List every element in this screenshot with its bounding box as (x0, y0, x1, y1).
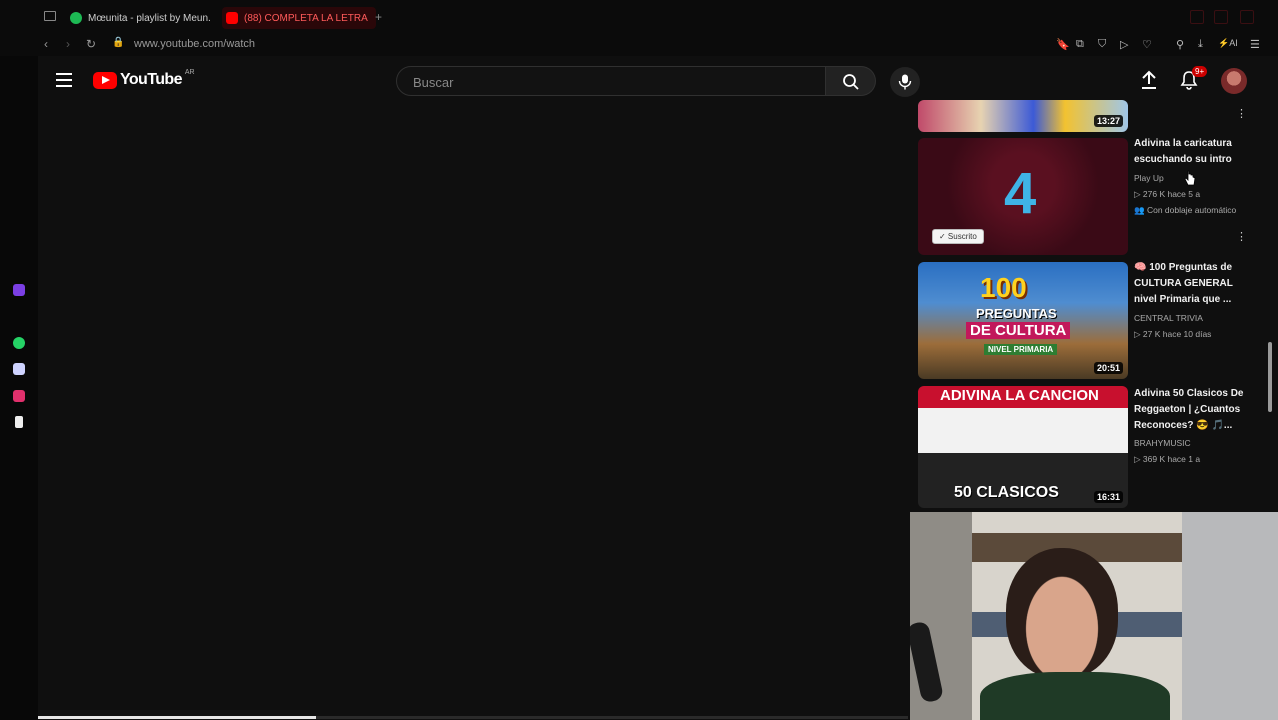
voice-search-button[interactable] (890, 67, 920, 97)
video-duration: 20:51 (1093, 362, 1123, 374)
streamer-body (980, 672, 1170, 720)
channel-name[interactable]: CENTRAL TRIVIA (1134, 313, 1203, 323)
menu-icon[interactable]: ☰ (1250, 38, 1260, 51)
back-icon[interactable]: ‹ (44, 37, 48, 51)
new-tab-button[interactable]: + (375, 10, 382, 24)
channel-name[interactable]: Play Up (1134, 173, 1164, 183)
more-options-icon[interactable]: ⋮ (1236, 109, 1247, 120)
download-icon[interactable]: ⤓ (1198, 38, 1203, 51)
discord-icon[interactable] (13, 363, 25, 375)
auto-dub-text: Con doblaje automático (1146, 205, 1237, 215)
notification-badge: 9+ (1192, 66, 1208, 77)
microphone-icon (898, 74, 912, 90)
auto-dub-label: 👥 Con doblaje automático (1134, 205, 1236, 216)
heart-icon[interactable]: ♡ (1142, 38, 1152, 51)
avatar[interactable] (1221, 68, 1247, 94)
lock-icon: 🔒 (112, 37, 125, 48)
thumbnail-title-cultura: DE CULTURA (966, 322, 1071, 339)
video-duration: 13:27 (1093, 115, 1123, 127)
snapshot-icon[interactable]: ⧉ (1076, 38, 1084, 51)
maximize-icon[interactable] (1214, 10, 1228, 24)
video-duration: 16:31 (1093, 491, 1123, 503)
video-meta: ▷ 369 K hace 1 a (1134, 454, 1201, 464)
thumbnail-title-nivel: NIVEL PRIMARIA (984, 344, 1058, 355)
url-field[interactable]: www.youtube.com/watch (134, 38, 255, 50)
subscribed-badge: ✓ Suscrito (932, 229, 984, 244)
more-options-icon[interactable]: ⋮ (1236, 232, 1247, 243)
tab-title: Mœunita - playlist by Meun... (88, 12, 210, 24)
guide-menu-icon[interactable] (56, 73, 72, 87)
search-button[interactable] (826, 66, 876, 96)
reload-icon[interactable]: ↻ (86, 37, 96, 51)
account-icon[interactable]: ⚲ (1176, 38, 1184, 51)
logo-text: YouTube (120, 71, 182, 88)
scrollbar-thumb[interactable] (1268, 342, 1272, 412)
video-title[interactable]: Adivina 50 Clasicos De Reggaeton | ¿Cuan… (1134, 386, 1252, 434)
tab-youtube[interactable]: (88) COMPLETA LA LETRA (222, 7, 376, 29)
browser-sidebar (0, 56, 39, 720)
shield-icon[interactable]: ⛉ (1098, 38, 1106, 51)
webcam-overlay (910, 512, 1278, 720)
thumbnail-number: 4 (1004, 161, 1037, 226)
youtube-favicon-icon (226, 12, 238, 24)
address-bar: ‹ › ↻ 🔒 www.youtube.com/watch 🔖 ⧉ ⛉ ▷ ♡ … (0, 34, 1278, 56)
video-thumbnail[interactable]: ADIVINA LA CANCION 50 CLASICOS 16:31 (918, 386, 1128, 508)
video-thumbnail[interactable]: 4 ✓ Suscrito (918, 138, 1128, 255)
ai-label: AI (1229, 38, 1238, 48)
thumbnail-title-clasicos: 50 CLASICOS (954, 484, 1059, 501)
thumbnail-title-preguntas: PREGUNTAS (976, 306, 1057, 321)
minimize-icon[interactable] (1190, 10, 1204, 24)
video-title[interactable]: Adivina la caricatura escuchando su intr… (1134, 136, 1256, 168)
search-box (396, 66, 826, 96)
video-meta: ▷ 276 K hace 5 a (1134, 189, 1201, 199)
thumbnail-title-adivina: ADIVINA LA CANCION (940, 387, 1099, 404)
search-input[interactable] (411, 74, 815, 91)
twitch-icon[interactable] (13, 284, 25, 296)
streamer-head (1006, 548, 1118, 678)
player-icon[interactable]: ▷ (1120, 38, 1128, 51)
video-thumbnail[interactable]: 13:27 (918, 100, 1128, 132)
close-icon[interactable] (1240, 10, 1254, 24)
aria-ai-icon[interactable]: ⚡AI (1218, 38, 1238, 49)
recommendations-list: 13:27 ⋮ 4 ✓ Suscrito Adivina la caricatu… (918, 100, 1263, 512)
wall-right (1182, 512, 1278, 720)
spotify-icon (70, 12, 82, 24)
microphone-arm (910, 620, 945, 704)
users-icon: 👥 (1134, 205, 1145, 215)
search-icon (843, 74, 859, 90)
video-player-area[interactable] (38, 106, 908, 720)
tiktok-icon[interactable] (15, 416, 23, 428)
page-scrollbar[interactable] (1267, 100, 1273, 512)
progress-fill (38, 716, 317, 719)
tab-spotify[interactable]: Mœunita - playlist by Meun... (70, 7, 210, 29)
video-title[interactable]: 🧠 100 Preguntas de CULTURA GENERAL nivel… (1134, 260, 1256, 308)
youtube-play-icon (93, 71, 117, 89)
forward-icon[interactable]: › (66, 37, 70, 51)
youtube-header: YouTube AR 9+ (38, 56, 1278, 106)
video-progress-bar[interactable] (38, 716, 908, 719)
instagram-icon[interactable] (13, 390, 25, 402)
thumbnail-title-100: 100 (980, 272, 1027, 303)
browser-tab-bar: Mœunita - playlist by Meun... (88) COMPL… (0, 0, 1278, 34)
video-thumbnail[interactable]: 100 PREGUNTAS DE CULTURA NIVEL PRIMARIA … (918, 262, 1128, 379)
upload-icon[interactable] (1140, 70, 1158, 90)
youtube-logo[interactable]: YouTube AR (93, 68, 195, 89)
country-code: AR (184, 68, 195, 76)
channel-name[interactable]: BRAHYMUSIC (1134, 438, 1191, 448)
video-meta: ▷ 27 K hace 10 días (1134, 329, 1212, 339)
whatsapp-icon[interactable] (13, 337, 25, 349)
tabs-menu-icon[interactable] (44, 11, 56, 21)
tab-title: (88) COMPLETA LA LETRA (244, 12, 368, 24)
mouse-cursor-icon (1184, 170, 1196, 186)
bookmark-icon[interactable]: 🔖 (1056, 38, 1070, 51)
